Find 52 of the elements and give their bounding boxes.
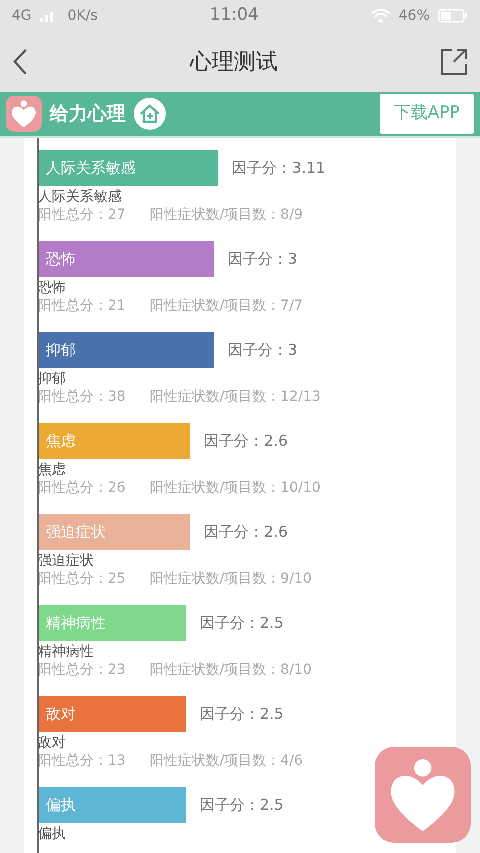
positive-ratio: 阳性症状数/项目数：9/10 bbox=[150, 570, 312, 588]
share-icon[interactable] bbox=[440, 48, 468, 76]
factor-bar: 强迫症状 bbox=[38, 514, 190, 550]
status-time: 11:04 bbox=[208, 4, 260, 28]
wifi-icon bbox=[370, 9, 391, 23]
factor-score: 因子分：3 bbox=[228, 340, 298, 361]
positive-total: 阳性总分：38 bbox=[38, 388, 126, 406]
factor-label: 人际关系敏感 bbox=[38, 189, 123, 206]
factor-bar: 人际关系敏感 bbox=[38, 150, 218, 186]
signal-icon bbox=[40, 10, 56, 22]
battery-icon bbox=[438, 9, 468, 23]
factor-label: 强迫症状 bbox=[38, 553, 95, 570]
factor-label: 抑郁 bbox=[38, 371, 67, 388]
positive-ratio: 阳性症状数/项目数：12/13 bbox=[150, 388, 321, 406]
positive-total: 阳性总分：26 bbox=[38, 479, 126, 497]
positive-ratio: 阳性症状数/项目数：7/7 bbox=[150, 297, 304, 315]
factor-score: 因子分：2.5 bbox=[200, 794, 284, 816]
positive-ratio: 阳性症状数/项目数：10/10 bbox=[150, 479, 321, 497]
positive-total: 阳性总分：25 bbox=[38, 570, 126, 588]
factor-label: 恐怖 bbox=[38, 280, 67, 297]
download-app-button[interactable]: 下载APP bbox=[380, 94, 474, 134]
factor-score: 因子分：2.6 bbox=[204, 522, 288, 543]
back-icon[interactable] bbox=[12, 48, 28, 76]
factor-bar: 抑郁 bbox=[38, 332, 214, 368]
factor-bar: 偏执 bbox=[38, 787, 186, 823]
app-logo-icon bbox=[6, 96, 42, 132]
network-speed: 0K/s bbox=[68, 6, 98, 26]
network-label: 4G bbox=[12, 6, 32, 26]
positive-total: 阳性总分：21 bbox=[38, 297, 126, 315]
factor-score: 因子分：3 bbox=[228, 248, 298, 270]
battery-percent: 46% bbox=[398, 6, 430, 26]
positive-total: 阳性总分：13 bbox=[38, 752, 126, 770]
positive-ratio: 阳性症状数/项目数：4/6 bbox=[150, 752, 304, 770]
page-title: 心理测试 bbox=[190, 48, 278, 76]
factor-label: 精神病性 bbox=[38, 644, 95, 661]
factor-score: 因子分：2.5 bbox=[200, 704, 284, 725]
factor-bar: 敌对 bbox=[38, 696, 186, 732]
factor-score: 因子分：2.6 bbox=[204, 430, 288, 452]
factor-label: 偏执 bbox=[38, 826, 67, 843]
positive-ratio: 阳性症状数/项目数：8/9 bbox=[150, 206, 304, 224]
factor-bar: 精神病性 bbox=[38, 605, 186, 641]
factor-label: 焦虑 bbox=[38, 462, 67, 479]
positive-total: 阳性总分：23 bbox=[38, 661, 126, 679]
positive-total: 阳性总分：27 bbox=[38, 206, 126, 224]
factor-bar: 恐怖 bbox=[38, 241, 214, 277]
brand-name: 给力心理 bbox=[50, 102, 126, 127]
factor-score: 因子分：3.11 bbox=[232, 158, 326, 179]
factor-score: 因子分：2.5 bbox=[200, 612, 284, 634]
factor-label: 敌对 bbox=[38, 735, 67, 752]
factor-bar: 焦虑 bbox=[38, 423, 190, 459]
home-icon bbox=[134, 98, 166, 130]
positive-ratio: 阳性症状数/项目数：8/10 bbox=[150, 661, 312, 679]
